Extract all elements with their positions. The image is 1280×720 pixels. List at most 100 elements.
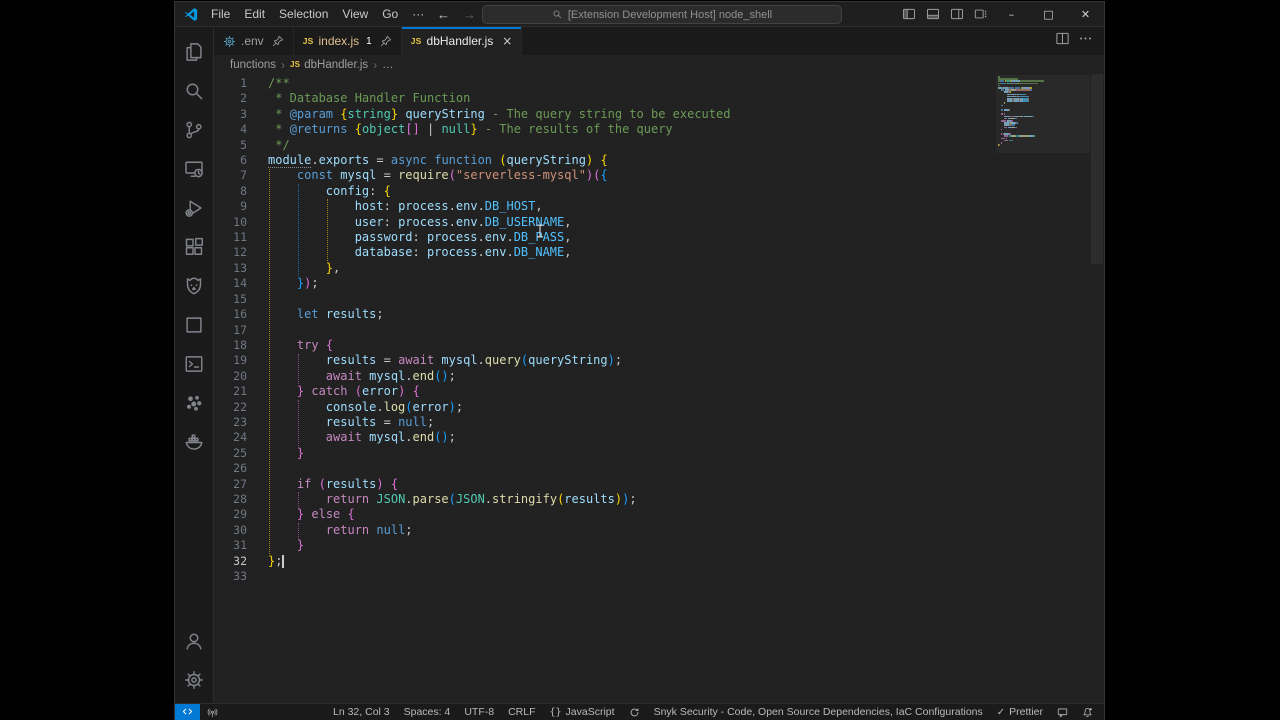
- code-line[interactable]: 23 results = null;: [214, 415, 994, 430]
- back-arrow-icon[interactable]: ←: [437, 7, 450, 22]
- code-line[interactable]: 6module.exports = async function (queryS…: [214, 153, 994, 168]
- code-line[interactable]: 5 */: [214, 138, 994, 153]
- menu-selection[interactable]: Selection: [272, 2, 335, 26]
- code-line[interactable]: 9 host: process.env.DB_HOST,: [214, 199, 994, 214]
- line-number: 24: [214, 430, 247, 445]
- minimize-button[interactable]: –: [993, 2, 1030, 26]
- activity-terminal-icon[interactable]: [175, 344, 213, 383]
- code-line[interactable]: 12 database: process.env.DB_NAME,: [214, 245, 994, 260]
- activity-square-panel-icon[interactable]: [175, 305, 213, 344]
- minimap[interactable]: [996, 75, 1090, 703]
- code-line[interactable]: 15: [214, 292, 994, 307]
- status-feedback[interactable]: [1050, 707, 1075, 718]
- status-prettier-status[interactable]: ✓Prettier: [990, 706, 1050, 718]
- editor-actions: [1055, 27, 1104, 55]
- line-content: module.exports = async function (querySt…: [268, 153, 608, 168]
- code-line[interactable]: 2 * Database Handler Function: [214, 91, 994, 106]
- code-line[interactable]: 18 try {: [214, 338, 994, 353]
- scrollbar-slider[interactable]: [1091, 74, 1103, 264]
- status-eol[interactable]: CRLF: [501, 706, 542, 718]
- breadcrumb-item[interactable]: …: [382, 59, 394, 71]
- forward-arrow-icon[interactable]: →: [463, 7, 476, 22]
- code-line[interactable]: 27 if (results) {: [214, 477, 994, 492]
- breadcrumb-item[interactable]: JSdbHandler.js: [290, 59, 368, 71]
- activity-remote-explorer-icon[interactable]: [175, 149, 213, 188]
- vertical-scrollbar[interactable]: [1090, 74, 1104, 703]
- menu-go[interactable]: Go: [375, 2, 405, 26]
- pin-icon[interactable]: [380, 35, 392, 47]
- maximize-button[interactable]: □: [1030, 2, 1067, 26]
- code-line[interactable]: 29 } else {: [214, 507, 994, 522]
- code-line[interactable]: 26: [214, 461, 994, 476]
- code-line[interactable]: 8 config: {: [214, 184, 994, 199]
- activity-explorer-icon[interactable]: [175, 32, 213, 71]
- code-line[interactable]: 19 results = await mysql.query(queryStri…: [214, 353, 994, 368]
- activity-extensions-icon[interactable]: [175, 227, 213, 266]
- code-line[interactable]: 25 }: [214, 446, 994, 461]
- status-encoding[interactable]: UTF-8: [457, 706, 501, 718]
- command-center-search[interactable]: [Extension Development Host] node_shell: [482, 5, 842, 24]
- menu-view[interactable]: View: [335, 2, 375, 26]
- code-line[interactable]: 3 * @param {string} queryString - The qu…: [214, 107, 994, 122]
- code-line[interactable]: 11 password: process.env.DB_PASS,: [214, 230, 994, 245]
- close-tab-icon[interactable]: ×: [502, 34, 512, 48]
- activity-circles-cluster-icon[interactable]: [175, 383, 213, 422]
- tab-dbhandler-js[interactable]: JSdbHandler.js×: [402, 27, 523, 55]
- code-line[interactable]: 20 await mysql.end();: [214, 369, 994, 384]
- code-line[interactable]: 24 await mysql.end();: [214, 430, 994, 445]
- activity-search-icon[interactable]: [175, 71, 213, 110]
- status-bar: Ln 32, Col 3Spaces: 4UTF-8CRLF{}JavaScri…: [175, 703, 1104, 720]
- toggle-secondary-sidebar-icon[interactable]: [945, 2, 969, 26]
- status-notifications[interactable]: [1075, 707, 1100, 718]
- code-line[interactable]: 22 console.log(error);: [214, 400, 994, 415]
- code-line[interactable]: 1/**: [214, 76, 994, 91]
- code-line[interactable]: 4 * @returns {object[] | null} - The res…: [214, 122, 994, 137]
- activity-settings-gear-icon[interactable]: [175, 660, 213, 699]
- menu-file[interactable]: File: [204, 2, 237, 26]
- status-sync-spinner[interactable]: [622, 707, 647, 718]
- remote-indicator[interactable]: [175, 704, 200, 720]
- code-line[interactable]: 28 return JSON.parse(JSON.stringify(resu…: [214, 492, 994, 507]
- status-snyk-status[interactable]: Snyk Security - Code, Open Source Depend…: [647, 706, 990, 718]
- more-actions-icon[interactable]: [1078, 31, 1093, 51]
- code-line[interactable]: 14 });: [214, 276, 994, 291]
- tab--env[interactable]: .env: [214, 27, 294, 55]
- breadcrumb-item[interactable]: functions: [230, 59, 276, 71]
- code-line[interactable]: 17: [214, 323, 994, 338]
- activity-run-tasks-icon[interactable]: [175, 188, 213, 227]
- code-line[interactable]: 13 },: [214, 261, 994, 276]
- code-line[interactable]: 31 }: [214, 538, 994, 553]
- activity-docker-icon[interactable]: [175, 422, 213, 461]
- close-button[interactable]: ✕: [1067, 2, 1104, 26]
- pin-icon[interactable]: [272, 35, 284, 47]
- code-line[interactable]: 32};: [214, 554, 994, 569]
- line-content: let results;: [268, 307, 384, 322]
- tab-index-js[interactable]: JSindex.js1: [294, 27, 402, 55]
- code-editor[interactable]: 1/**2 * Database Handler Function3 * @pa…: [214, 74, 1104, 703]
- code-line[interactable]: 16 let results;: [214, 307, 994, 322]
- toggle-primary-sidebar-icon[interactable]: [897, 2, 921, 26]
- activity-snyk-icon[interactable]: [175, 266, 213, 305]
- activity-account-icon[interactable]: [175, 621, 213, 660]
- line-number: 31: [214, 538, 247, 553]
- status-indentation[interactable]: Spaces: 4: [397, 706, 458, 718]
- split-editor-icon[interactable]: [1055, 31, 1070, 51]
- code-line[interactable]: 30 return null;: [214, 523, 994, 538]
- vscode-window: FileEditSelectionViewGo··· ← → [Extensio…: [175, 2, 1104, 720]
- toggle-panel-icon[interactable]: [921, 2, 945, 26]
- mouse-ibeam-cursor: [536, 224, 544, 238]
- code-line[interactable]: 21 } catch (error) {: [214, 384, 994, 399]
- customize-layout-icon[interactable]: [969, 2, 993, 26]
- line-content: user: process.env.DB_USERNAME,: [268, 215, 572, 230]
- status-language-mode[interactable]: {}JavaScript: [543, 706, 622, 718]
- indent-guide: [269, 169, 270, 555]
- activity-source-control-icon[interactable]: [175, 110, 213, 149]
- status-broadcast[interactable]: [200, 707, 225, 718]
- code-line[interactable]: 33: [214, 569, 994, 584]
- menu-more[interactable]: ···: [405, 2, 431, 26]
- menu-edit[interactable]: Edit: [237, 2, 272, 26]
- code-line[interactable]: 10 user: process.env.DB_USERNAME,: [214, 215, 994, 230]
- code-line[interactable]: 7 const mysql = require("serverless-mysq…: [214, 168, 994, 183]
- line-number: 11: [214, 230, 247, 245]
- status-cursor-position[interactable]: Ln 32, Col 3: [326, 706, 397, 718]
